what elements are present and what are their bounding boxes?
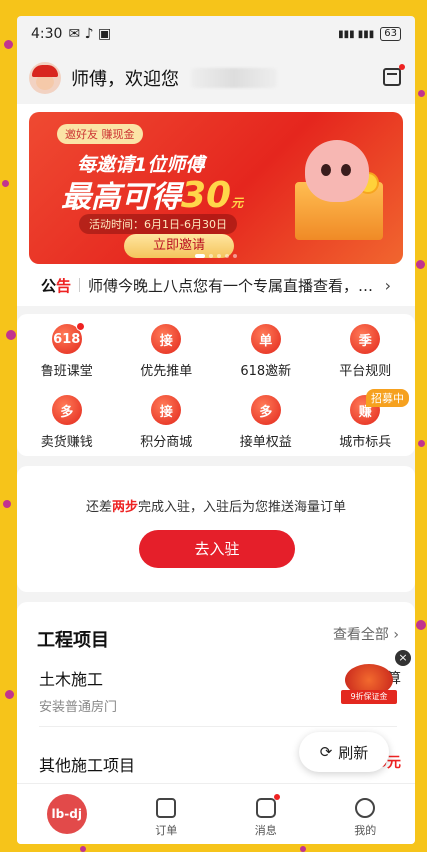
join-card: 还差两步完成入驻，入驻后为您推送海量订单 去入驻 [17, 466, 415, 592]
status-bar: 4:30 ✉ ♪ ▣ ▮▮▮ ▮▮▮ 63 [17, 16, 415, 52]
banner-section: 邀好友 赚现金 每邀请1位师傅 最高可得30元 活动时间：6月1日-6月30日 … [17, 104, 415, 306]
tab-messages[interactable]: 消息 [216, 784, 316, 844]
grid-item-luban[interactable]: 618 鲁班课堂 [17, 322, 117, 379]
notice-label: 公告 [41, 276, 72, 295]
mascot-image [305, 140, 369, 202]
notification-icons: ✉ ♪ ▣ [68, 26, 112, 42]
project-item-sub: 安装普通房门 [39, 700, 118, 715]
badge-season-icon: 季 [350, 324, 381, 354]
profile-icon [355, 798, 376, 818]
tab-me[interactable]: 我的 [316, 784, 416, 844]
orders-icon [156, 798, 177, 818]
home-logo-icon: lb-dj [46, 794, 87, 834]
greeting: 师傅，欢迎您 [71, 69, 179, 90]
floating-deposit-ad[interactable]: 9折保证金 [341, 656, 397, 712]
grid-item-618-invite[interactable]: 单 618邀新 [216, 324, 316, 379]
badge-accept-icon: 接 [151, 395, 182, 425]
tab-home[interactable]: lb-dj [17, 784, 117, 844]
grid-item-rules[interactable]: 季 平台规则 [316, 324, 416, 379]
refresh-button[interactable]: ⟳ 刷新 [299, 732, 389, 772]
battery-icon: 63 [380, 27, 401, 41]
recruit-badge: 招募中 [366, 389, 409, 407]
grid-item-points[interactable]: 接 积分商城 [117, 395, 217, 450]
grid-item-city[interactable]: 赚 城市标兵 招募中 [316, 389, 416, 450]
project-item-title[interactable]: 其他施工项目 [39, 752, 135, 776]
blurred-username [191, 68, 277, 88]
join-prompt: 还差两步完成入驻，入驻后为您推送海量订单 [85, 500, 347, 515]
grid-item-rights[interactable]: 多 接单权益 [216, 395, 316, 450]
close-icon[interactable]: × [395, 650, 411, 666]
phone-screen: 4:30 ✉ ♪ ▣ ▮▮▮ ▮▮▮ 63 师傅，欢迎您 邀好友 赚现金 每邀请… [17, 16, 415, 844]
project-item-title[interactable]: 土木施工 [39, 666, 103, 690]
banner-pager [29, 254, 403, 258]
signal-icons: ▮▮▮ ▮▮▮ [338, 28, 375, 40]
banner-tag: 邀好友 赚现金 [57, 124, 143, 144]
avatar[interactable] [29, 62, 61, 94]
notice-bar[interactable]: 公告 师傅今晚上八点您有一个专属直播查看，… › [29, 264, 403, 306]
join-button[interactable]: 去入驻 [139, 530, 295, 568]
app-header: 师傅，欢迎您 [17, 52, 415, 104]
bottom-tab-bar: lb-dj 订单 消息 我的 [17, 783, 415, 844]
badge-order-icon: 单 [250, 324, 281, 354]
clock: 4:30 [31, 26, 63, 42]
grid-item-priority[interactable]: 接 优先推单 [117, 324, 217, 379]
message-icon [255, 794, 280, 818]
banner-time: 活动时间：6月1日-6月30日 [79, 214, 237, 234]
chevron-right-icon: › [384, 275, 391, 295]
feature-grid: 618 鲁班课堂 接 优先推单 单 618邀新 季 平台规则 多 卖货赚钱 接 … [17, 314, 415, 456]
view-all-link[interactable]: 查看全部 › [333, 624, 399, 644]
grid-item-sell[interactable]: 多 卖货赚钱 [17, 395, 117, 450]
banner-reward: 最高可得30元 [61, 175, 244, 216]
badge-more-icon: 多 [250, 395, 281, 425]
projects-title: 工程项目 [37, 630, 109, 651]
tab-orders[interactable]: 订单 [117, 784, 217, 844]
notice-text: 师傅今晚上八点您有一个专属直播查看，… [88, 276, 374, 295]
badge-accept-icon: 接 [151, 324, 182, 354]
invite-banner[interactable]: 邀好友 赚现金 每邀请1位师傅 最高可得30元 活动时间：6月1日-6月30日 … [29, 112, 403, 264]
refresh-icon: ⟳ [319, 743, 333, 761]
badge-more-icon: 多 [51, 395, 82, 425]
badge-618-icon: 618 [51, 322, 85, 354]
calendar-icon[interactable] [383, 64, 405, 86]
